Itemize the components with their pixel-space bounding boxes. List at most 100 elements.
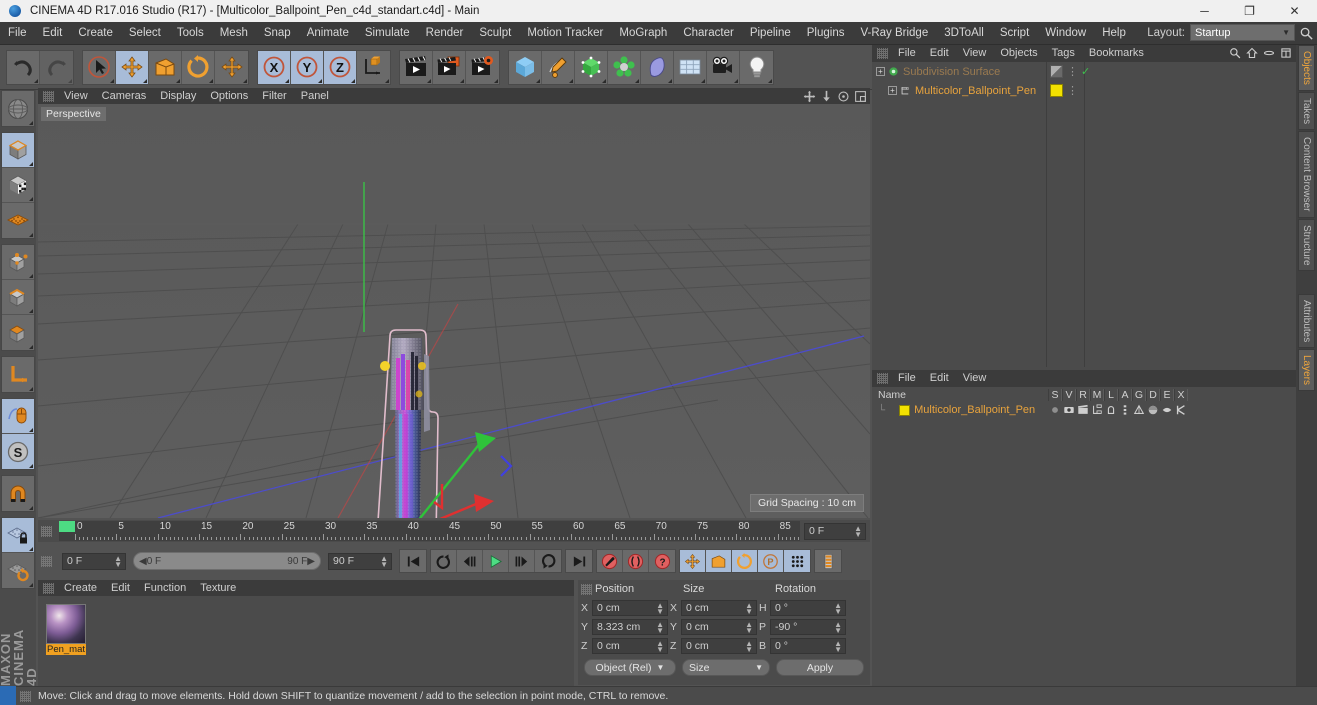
material-preview-sphere[interactable] bbox=[46, 604, 86, 644]
vtab-takes[interactable]: Takes bbox=[1298, 91, 1315, 131]
layer-column-g[interactable]: G bbox=[1132, 388, 1146, 401]
object-row[interactable]: +0 Multicolor_Ballpoint_Pen ⋮ bbox=[872, 81, 1296, 100]
layer-rows[interactable]: └ Multicolor_Ballpoint_Pen bbox=[872, 402, 1296, 418]
viewport-menu-panel[interactable]: Panel bbox=[294, 88, 336, 104]
layer-row[interactable]: └ Multicolor_Ballpoint_Pen bbox=[872, 402, 1296, 418]
object-menu-bookmarks[interactable]: Bookmarks bbox=[1082, 45, 1151, 62]
camera-button[interactable] bbox=[707, 50, 740, 84]
polygons-mode[interactable] bbox=[2, 315, 34, 350]
expand-toggle-icon[interactable]: + bbox=[876, 67, 885, 76]
panel-grip-icon[interactable] bbox=[43, 582, 54, 594]
object-menu-tags[interactable]: Tags bbox=[1045, 45, 1082, 62]
spinner-icon[interactable]: ▲ ▼ bbox=[834, 620, 842, 634]
scene-object-button[interactable] bbox=[674, 50, 707, 84]
size-z-field[interactable]: 0 cm ▲ ▼ bbox=[681, 637, 757, 654]
planar-workplane[interactable] bbox=[2, 553, 34, 588]
layer-animation-toggle[interactable] bbox=[1118, 403, 1132, 417]
rotation-b-field[interactable]: 0 ° ▲ ▼ bbox=[770, 637, 846, 654]
layer-expression-toggle[interactable] bbox=[1160, 403, 1174, 417]
layer-column-l[interactable]: L bbox=[1104, 388, 1118, 401]
apply-button[interactable]: Apply bbox=[776, 659, 864, 676]
material-tag-icon[interactable] bbox=[1050, 84, 1063, 97]
object-row[interactable]: + Subdivision Surface ⋮ ✓ bbox=[872, 62, 1296, 81]
drag-tool[interactable] bbox=[215, 50, 248, 84]
menu-item-mograph[interactable]: MoGraph bbox=[611, 22, 675, 45]
panel-grip-icon[interactable] bbox=[877, 373, 888, 384]
rotation-h-field[interactable]: 0 ° ▲ ▼ bbox=[770, 599, 846, 616]
close-button[interactable]: ✕ bbox=[1272, 0, 1317, 22]
menu-item-file[interactable]: File bbox=[0, 22, 35, 45]
menu-item-simulate[interactable]: Simulate bbox=[357, 22, 418, 45]
menu-item-tools[interactable]: Tools bbox=[169, 22, 212, 45]
deformer-button[interactable] bbox=[641, 50, 674, 84]
layer-color-swatch[interactable] bbox=[899, 404, 911, 416]
lock-x-axis[interactable]: X bbox=[258, 50, 291, 84]
viewport-solo-mode[interactable] bbox=[2, 399, 34, 434]
timeline-frame-field[interactable]: 0 F ▲ ▼ bbox=[804, 522, 866, 540]
layer-column-e[interactable]: E bbox=[1160, 388, 1174, 401]
layer-solo-toggle[interactable] bbox=[1048, 403, 1062, 417]
points-mode[interactable] bbox=[2, 245, 34, 280]
go-to-previous-key-button[interactable] bbox=[431, 550, 457, 572]
panel-grip-icon[interactable] bbox=[877, 48, 888, 59]
dolly-icon[interactable] bbox=[820, 90, 833, 103]
minimize-button[interactable]: ─ bbox=[1182, 0, 1227, 22]
spinner-icon[interactable]: ▲ ▼ bbox=[114, 554, 122, 568]
spinner-icon[interactable]: ▲ ▼ bbox=[745, 601, 753, 615]
panel-grip-icon[interactable] bbox=[41, 555, 52, 567]
layer-lock-toggle[interactable] bbox=[1104, 403, 1118, 417]
timeline-ruler-toggle[interactable] bbox=[815, 550, 841, 572]
layer-xpresso-toggle[interactable] bbox=[1174, 403, 1188, 417]
spinner-icon[interactable]: ▲ ▼ bbox=[745, 620, 753, 634]
add-spline-button[interactable] bbox=[542, 50, 575, 84]
menu-item-select[interactable]: Select bbox=[121, 22, 169, 45]
object-menu-view[interactable]: View bbox=[956, 45, 994, 62]
coordinate-mode-right-dropdown[interactable]: Size ▼ bbox=[682, 659, 770, 676]
render-settings-button[interactable] bbox=[466, 50, 499, 84]
menu-item-plugins[interactable]: Plugins bbox=[799, 22, 853, 45]
material-list[interactable]: Pen_mat bbox=[38, 596, 574, 655]
menu-item-render[interactable]: Render bbox=[418, 22, 472, 45]
layer-view-toggle[interactable] bbox=[1062, 403, 1076, 417]
menu-item-create[interactable]: Create bbox=[70, 22, 121, 45]
layer-menu-file[interactable]: File bbox=[891, 370, 923, 387]
panel-grip-icon[interactable] bbox=[43, 90, 54, 102]
position-y-field[interactable]: 8.323 cm ▲ ▼ bbox=[592, 618, 668, 635]
rotation-p-field[interactable]: -90 ° ▲ ▼ bbox=[770, 618, 846, 635]
viewport-menu-options[interactable]: Options bbox=[203, 88, 255, 104]
step-forward-button[interactable] bbox=[509, 550, 535, 572]
orbit-icon[interactable] bbox=[837, 90, 850, 103]
scale-key-toggle[interactable] bbox=[706, 550, 732, 572]
enable-snap[interactable] bbox=[2, 476, 34, 511]
spinner-icon[interactable]: ▲ ▼ bbox=[656, 639, 664, 653]
preview-range-slider[interactable]: ◀ 0 F 90 F ▶ bbox=[133, 552, 321, 570]
vtab-layers[interactable]: Layers bbox=[1298, 349, 1315, 392]
workplane-mode[interactable] bbox=[2, 203, 34, 238]
timeline-ruler[interactable]: 051015202530354045505560657075808590 bbox=[59, 521, 800, 541]
rotate-tool[interactable] bbox=[182, 50, 215, 84]
pan-icon[interactable] bbox=[803, 90, 816, 103]
lock-workplane[interactable] bbox=[2, 518, 34, 553]
menu-item-snap[interactable]: Snap bbox=[256, 22, 299, 45]
edges-mode[interactable] bbox=[2, 280, 34, 315]
range-end-arrow-icon[interactable]: ▶ bbox=[307, 556, 315, 567]
viewport-canvas[interactable]: Perspective Grid Spacing: 10 cm bbox=[38, 104, 870, 518]
minus-icon[interactable] bbox=[1263, 47, 1275, 59]
select-tool[interactable] bbox=[83, 50, 116, 84]
layer-column-d[interactable]: D bbox=[1146, 388, 1160, 401]
current-frame-field[interactable]: 0 F ▲ ▼ bbox=[62, 552, 126, 570]
step-back-button[interactable] bbox=[457, 550, 483, 572]
search-icon[interactable] bbox=[1299, 26, 1314, 41]
menu-item-pipeline[interactable]: Pipeline bbox=[742, 22, 799, 45]
layer-column-m[interactable]: M bbox=[1090, 388, 1104, 401]
layer-column-r[interactable]: R bbox=[1076, 388, 1090, 401]
viewport-menu-cameras[interactable]: Cameras bbox=[95, 88, 154, 104]
viewport-menu-display[interactable]: Display bbox=[153, 88, 203, 104]
spinner-icon[interactable]: ▲ ▼ bbox=[745, 639, 753, 653]
phong-tag-icon[interactable] bbox=[1050, 65, 1063, 78]
layer-render-toggle[interactable] bbox=[1076, 403, 1090, 417]
material-menu-edit[interactable]: Edit bbox=[104, 580, 137, 596]
expand-toggle-icon[interactable]: + bbox=[888, 86, 897, 95]
point-level-animation-toggle[interactable] bbox=[784, 550, 810, 572]
menu-item-mesh[interactable]: Mesh bbox=[212, 22, 256, 45]
